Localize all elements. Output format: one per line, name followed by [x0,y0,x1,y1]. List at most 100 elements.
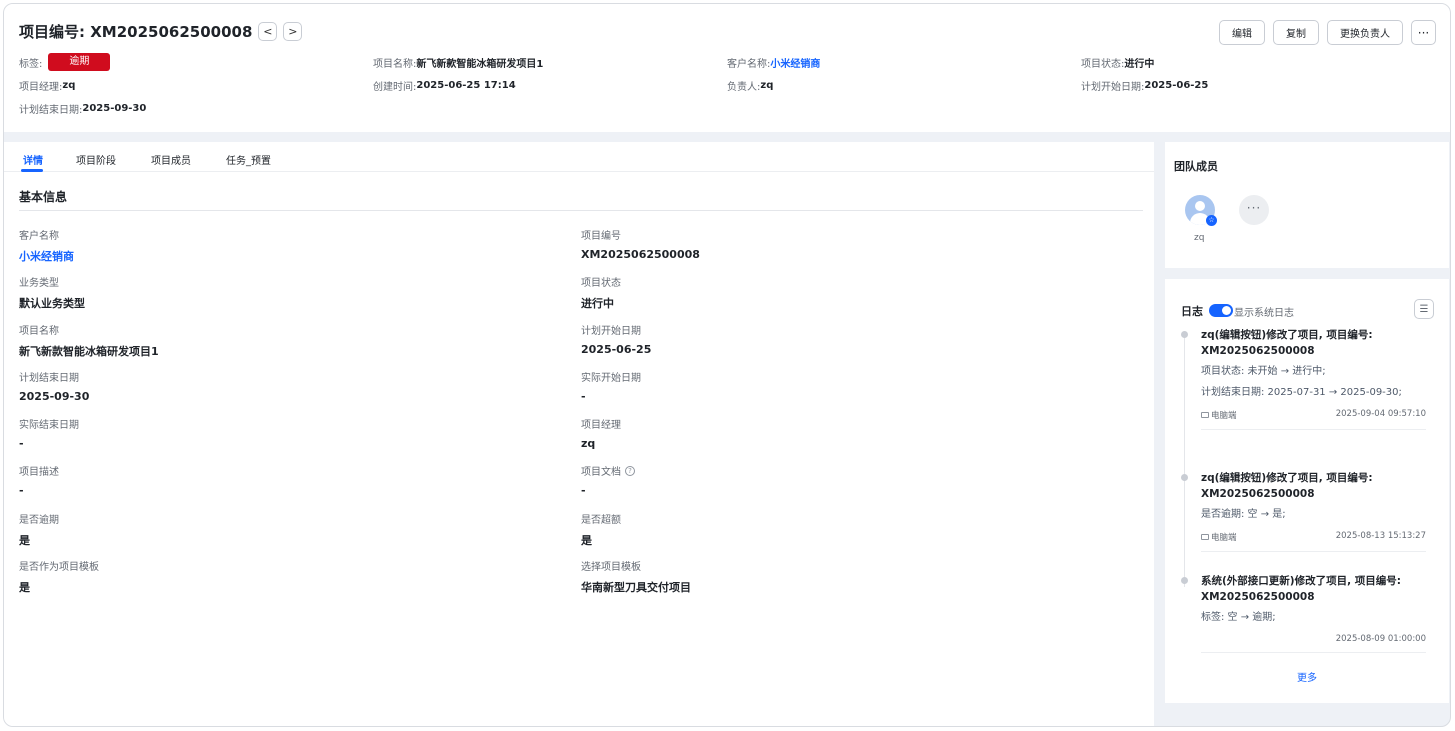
field-label-row: 项目文档 ? [581,463,635,478]
meta-value: 2025-06-25 17:14 [416,80,516,91]
field-value: XM2025062500008 [581,248,700,261]
field-value: 2025-06-25 [581,343,652,356]
timeline-dot [1181,331,1188,338]
field-value: - [581,484,586,497]
field-business-type: 业务类型 默认业务类型 [19,274,85,311]
field-value: - [19,437,24,450]
field-over-budget: 是否超额 是 [581,511,621,548]
field-actual-end: 实际结束日期 - [19,416,79,450]
meta-value: 新飞新款智能冰箱研发项目1 [416,59,544,70]
meta-created: 创建时间: 2025-06-25 17:14 [373,78,516,93]
more-members-button[interactable]: ··· [1239,195,1269,225]
log-entry-change: 项目状态: 未开始 → 进行中; [1201,366,1326,377]
star-icon: ☆ [1206,215,1217,226]
log-time: 2025-08-13 15:13:27 [1335,531,1426,541]
field-label: 实际开始日期 [581,373,641,384]
field-label: 项目名称 [19,326,59,337]
field-description: 项目描述 - [19,463,59,497]
tab-bar: 详情 项目阶段 项目成员 任务_预置 [4,142,1154,172]
next-record-button[interactable]: > [283,22,303,41]
meta-label: 标签: [19,58,43,70]
list-view-button[interactable]: ☰ [1414,299,1434,319]
field-is-template: 是否作为项目模板 是 [19,558,99,595]
field-label: 计划开始日期 [581,326,641,337]
log-source: 电脑端 [1201,531,1237,543]
monitor-icon [1201,412,1209,418]
log-entry-change: 计划结束日期: 2025-07-31 → 2025-09-30; [1201,387,1402,398]
field-label: 是否作为项目模板 [19,562,99,573]
monitor-icon [1201,534,1209,540]
field-value: 默认业务类型 [19,297,85,310]
log-entry: 系统(外部接口更新)修改了项目, 项目编号: XM2025062500008 标… [1181,573,1426,653]
field-label: 项目状态 [581,278,621,289]
overdue-tag: 逾期 [48,53,111,71]
customer-link[interactable]: 小米经销商 [770,55,820,70]
log-source-label: 电脑端 [1211,533,1237,543]
avatar-head [1195,201,1205,211]
meta-value: 2025-09-30 [82,103,147,114]
title-row: 项目编号: XM2025062500008 < > [19,21,303,42]
field-value: 华南新型刀具交付项目 [581,581,691,594]
active-tab-indicator [21,169,43,172]
log-time: 2025-09-04 09:57:10 [1335,409,1426,419]
change-owner-button[interactable]: 更换负责人 [1327,20,1403,45]
log-time: 2025-08-09 01:00:00 [1335,634,1426,644]
header-actions: 编辑 复制 更换负责人 ··· [1219,20,1436,45]
timeline-dot [1181,577,1188,584]
copy-button[interactable]: 复制 [1273,20,1319,45]
log-panel: 日志 显示系统日志 ☰ zq(编辑按钮)修改了项目, 项目编号: XM20250… [1165,279,1449,703]
meta-tag: 标签: 逾期 [19,53,111,71]
log-source-label: 电脑端 [1211,411,1237,421]
field-project-name: 项目名称 新飞新款智能冰箱研发项目1 [19,322,159,359]
log-entry: zq(编辑按钮)修改了项目, 项目编号: XM2025062500008 项目状… [1181,327,1426,430]
meta-label: 项目状态: [1081,59,1125,70]
log-entry-footer: 电脑端 2025-08-13 15:13:27 [1201,531,1426,543]
divider [19,210,1143,211]
field-value: - [19,484,24,497]
meta-owner: 负责人: zq [727,78,773,93]
project-header: 项目编号: XM2025062500008 < > 编辑 复制 更换负责人 ··… [4,4,1450,132]
meta-manager: 项目经理: zq [19,78,75,93]
field-value: 进行中 [581,297,614,310]
tab-details[interactable]: 详情 [23,152,43,167]
more-icon: ··· [1417,25,1430,40]
field-value: zq [581,437,596,450]
timeline-line [1184,337,1185,587]
detail-panel: 详情 项目阶段 项目成员 任务_预置 基本信息 客户名称 小米经销商 项目编号 … [4,142,1154,726]
divider [1201,551,1426,552]
field-value: - [581,390,586,403]
field-actual-start: 实际开始日期 - [581,369,641,403]
field-label: 项目编号 [581,231,621,242]
meta-label: 项目名称: [373,59,417,70]
log-entry-change: 标签: 空 → 逾期; [1201,612,1276,623]
customer-value-link[interactable]: 小米经销商 [19,248,74,264]
divider [1201,652,1426,653]
tab-members[interactable]: 项目成员 [151,152,191,167]
field-value: 新飞新款智能冰箱研发项目1 [19,345,159,358]
field-plan-start: 计划开始日期 2025-06-25 [581,322,651,356]
more-actions-button[interactable]: ··· [1411,20,1436,45]
system-log-toggle[interactable] [1209,304,1233,317]
meta-label: 负责人: [727,82,761,93]
field-documents: 项目文档 ? - [581,463,635,497]
help-icon[interactable]: ? [625,465,635,476]
section-title: 基本信息 [19,190,68,204]
chevron-right-icon: > [288,25,298,38]
edit-button[interactable]: 编辑 [1219,20,1265,45]
log-entry-title: zq(编辑按钮)修改了项目, 项目编号: XM2025062500008 [1201,329,1373,357]
prev-record-button[interactable]: < [258,22,278,41]
divider [1201,429,1426,430]
tab-tasks[interactable]: 任务_预置 [226,152,271,167]
meta-label: 计划结束日期: [19,105,83,116]
log-title: 日志 [1181,305,1203,318]
tab-stages[interactable]: 项目阶段 [76,152,116,167]
meta-label: 项目经理: [19,82,63,93]
team-title: 团队成员 [1174,160,1218,173]
meta-project-name: 项目名称: 新飞新款智能冰箱研发项目1 [373,55,543,70]
field-plan-end: 计划结束日期 2025-09-30 [19,369,89,403]
log-entry: zq(编辑按钮)修改了项目, 项目编号: XM2025062500008 是否逾… [1181,470,1426,552]
field-label: 业务类型 [19,278,59,289]
meta-customer: 客户名称: 小米经销商 [727,55,820,70]
field-project-code: 项目编号 XM2025062500008 [581,227,700,261]
log-more-link[interactable]: 更多 [1165,669,1449,684]
